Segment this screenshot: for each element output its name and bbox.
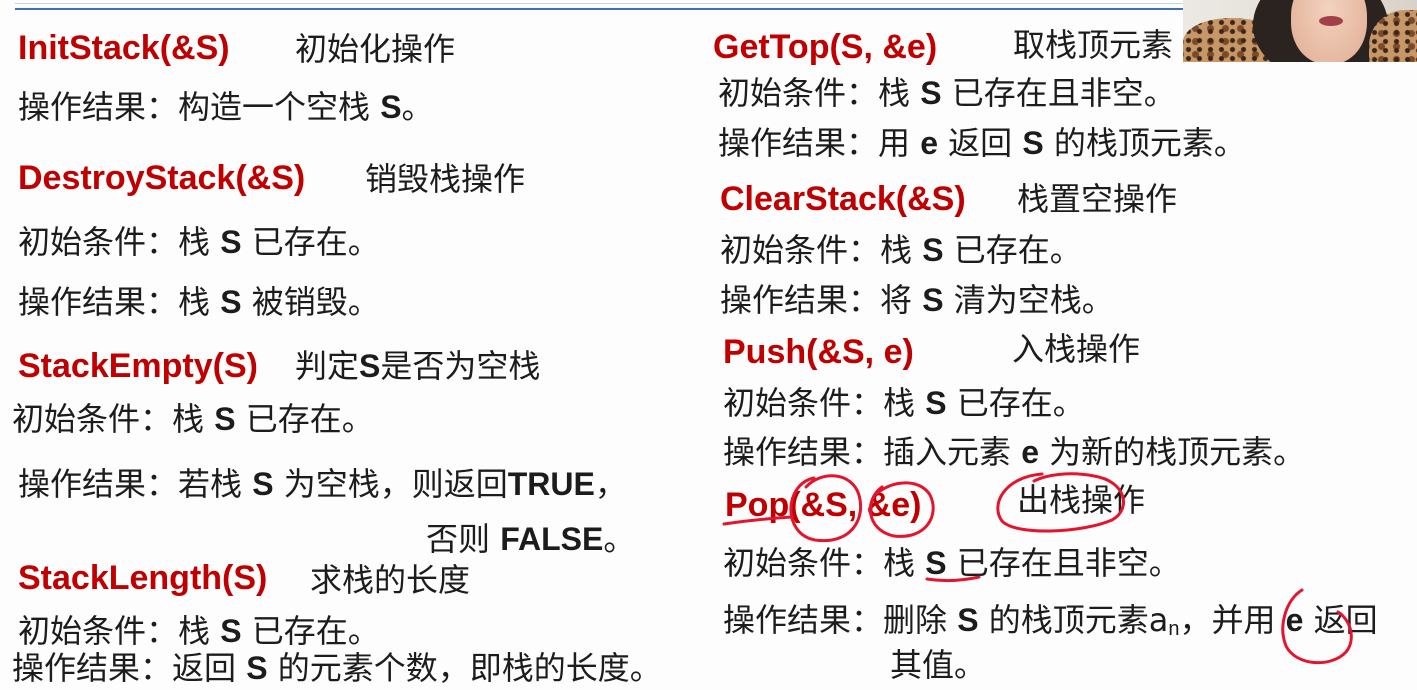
destroy-stack-condition: 初始条件：栈 S 已存在。 (18, 223, 380, 261)
subscript-n: n (1168, 618, 1180, 640)
stack-var: S (922, 282, 944, 318)
stack-var: S (380, 89, 402, 125)
result-text: ， (594, 465, 627, 503)
stack-var: S (1022, 125, 1044, 161)
result-text: 操作结果：插入元素 (723, 433, 1022, 471)
push-signature: Push(&S, e) (723, 333, 914, 371)
header-rule (15, 8, 1183, 10)
pop-signature: Pop(&S, &e) (725, 486, 922, 524)
element-var: e (1285, 602, 1304, 638)
condition-text: 已存在且非空。 (946, 544, 1181, 582)
result-text: 的元素个数，即栈的长度。 (267, 649, 662, 687)
stack-empty-result: 操作结果：若栈 S 为空栈，则返回TRUE， (18, 465, 627, 503)
stack-var: S (246, 650, 268, 686)
result-text: 。 (603, 520, 636, 558)
result-text: 返回 (937, 124, 1023, 162)
destroy-stack-signature: DestroyStack(&S) (18, 159, 306, 197)
result-text: 返回 (1303, 601, 1378, 639)
pop-condition: 初始条件：栈 S 已存在且非空。 (723, 544, 1181, 582)
push-condition: 初始条件：栈 S 已存在。 (723, 384, 1085, 422)
stack-var: S (220, 284, 242, 320)
result-text: 操作结果：返回 (12, 649, 247, 687)
pop-title: 出栈操作 (1017, 481, 1146, 519)
init-stack-signature: InitStack(&S) (18, 29, 230, 67)
result-text: 被销毁。 (241, 283, 380, 321)
presenter-webcam (1183, 0, 1417, 62)
stack-var: S (220, 613, 242, 649)
stack-var: S (920, 75, 942, 111)
stack-length-title: 求栈的长度 (310, 561, 471, 599)
result-text: 清为空栈。 (943, 281, 1114, 319)
condition-text: 已存在。 (241, 223, 380, 261)
false-keyword: FALSE (500, 521, 604, 557)
stack-empty-title: 判定S是否为空栈 (295, 347, 540, 385)
condition-text: 初始条件：栈 (12, 400, 215, 438)
stack-length-result: 操作结果：返回 S 的元素个数，即栈的长度。 (12, 649, 662, 687)
stack-length-signature: StackLength(S) (18, 559, 268, 597)
init-stack-title: 初始化操作 (295, 30, 456, 68)
result-text: 为空栈，则返回 (273, 465, 508, 503)
condition-text: 已存在。 (946, 384, 1085, 422)
element-var: e (1021, 434, 1039, 470)
stack-var: S (925, 545, 947, 581)
condition-text: 初始条件：栈 (723, 544, 926, 582)
clear-stack-result: 操作结果：将 S 清为空栈。 (720, 281, 1114, 319)
stack-var: S (957, 602, 979, 638)
result-text: 操作结果：若栈 (18, 465, 253, 503)
stack-var: S (214, 401, 236, 437)
stack-var: S (220, 224, 242, 260)
stack-length-condition: 初始条件：栈 S 已存在。 (18, 612, 380, 650)
stack-var: S (925, 385, 947, 421)
get-top-title: 取栈顶元素 (1013, 26, 1174, 64)
get-top-signature: GetTop(S, &e) (713, 28, 938, 66)
stack-var: S (252, 466, 274, 502)
element-var: e (920, 125, 938, 161)
result-text: 操作结果：删除 (723, 601, 958, 639)
condition-text: 已存在。 (235, 400, 374, 438)
condition-text: 初始条件：栈 (18, 223, 221, 261)
push-result: 操作结果：插入元素 e 为新的栈顶元素。 (723, 433, 1305, 471)
result-text: 的栈顶元素。 (1043, 124, 1246, 162)
condition-text: 初始条件：栈 (723, 384, 926, 422)
clear-stack-condition: 初始条件：栈 S 已存在。 (720, 231, 1082, 269)
condition-text: 初始条件：栈 (718, 74, 921, 112)
stack-var: S (359, 348, 381, 384)
result-text: 。 (401, 88, 434, 126)
pop-result: 操作结果：删除 S 的栈顶元素an，并用 e 返回 (723, 601, 1378, 639)
stack-empty-condition: 初始条件：栈 S 已存在。 (12, 400, 374, 438)
condition-text: 初始条件：栈 (720, 231, 923, 269)
stack-empty-signature: StackEmpty(S) (18, 347, 258, 385)
result-text: 操作结果：将 (720, 281, 923, 319)
condition-text: 已存在。 (943, 231, 1082, 269)
stack-var: S (922, 232, 944, 268)
push-title: 入栈操作 (1012, 330, 1141, 368)
result-text: ，并用 (1179, 601, 1286, 639)
result-text: 操作结果：构造一个空栈 (18, 88, 381, 126)
presenter-face (1291, 0, 1367, 62)
destroy-stack-result: 操作结果：栈 S 被销毁。 (18, 283, 380, 321)
condition-text: 初始条件：栈 (18, 612, 221, 650)
condition-text: 已存在。 (241, 612, 380, 650)
true-keyword: TRUE (507, 466, 595, 502)
result-text: 否则 (426, 520, 501, 558)
get-top-result: 操作结果：用 e 返回 S 的栈顶元素。 (718, 124, 1246, 162)
result-text: 操作结果：栈 (18, 283, 221, 321)
stack-empty-result-continued: 否则 FALSE。 (426, 520, 635, 558)
pop-result-continued: 其值。 (890, 646, 987, 684)
header-rule-thin (15, 3, 1183, 4)
result-text: 的栈顶元素a (978, 601, 1169, 639)
result-text: 操作结果：用 (718, 124, 921, 162)
result-text: 为新的栈顶元素。 (1038, 433, 1306, 471)
destroy-stack-title: 销毁栈操作 (365, 160, 526, 198)
title-text: 是否为空栈 (380, 347, 541, 385)
clear-stack-signature: ClearStack(&S) (720, 180, 966, 218)
clear-stack-title: 栈置空操作 (1017, 180, 1178, 218)
title-text: 判定 (295, 347, 360, 385)
presenter-mouth (1319, 16, 1343, 26)
condition-text: 已存在且非空。 (941, 74, 1176, 112)
init-stack-result: 操作结果：构造一个空栈 S。 (18, 88, 434, 126)
get-top-condition: 初始条件：栈 S 已存在且非空。 (718, 74, 1176, 112)
